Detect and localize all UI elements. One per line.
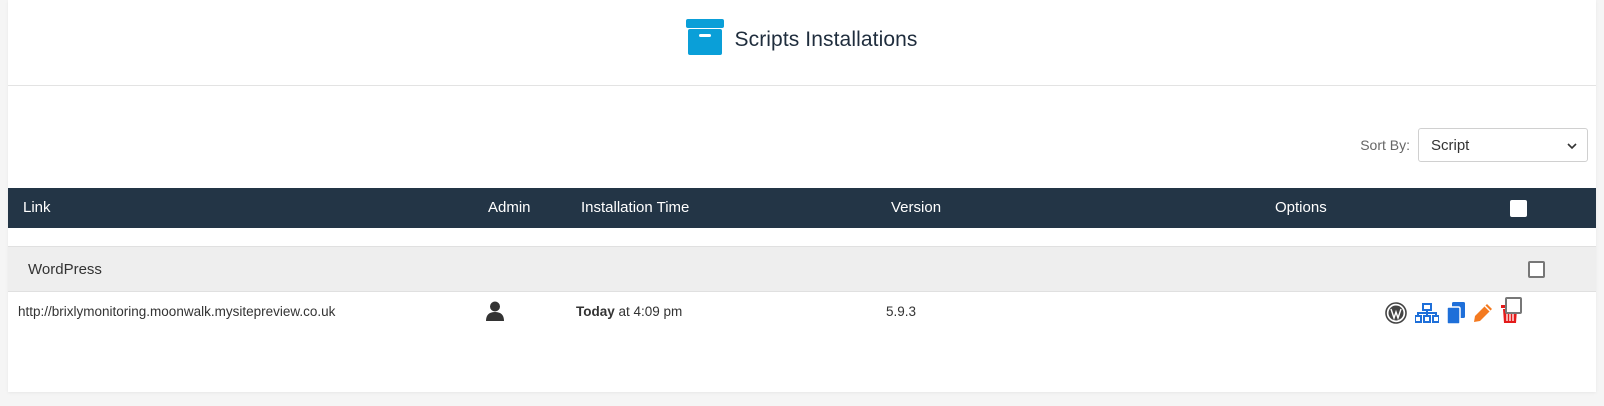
clone-icon[interactable] [1447, 302, 1465, 324]
installation-time-rest: at 4:09 pm [614, 304, 683, 319]
group-label: WordPress [28, 261, 102, 278]
column-header-link: Link [23, 199, 51, 216]
title-row: Scripts Installations [8, 0, 1596, 86]
installation-time: Today at 4:09 pm [576, 292, 682, 332]
column-header-installation-time: Installation Time [581, 199, 690, 216]
sort-label: Sort By: [1360, 137, 1410, 153]
table-row: http://brixlymonitoring.moonwalk.mysitep… [8, 292, 1596, 332]
column-header-version: Version [891, 199, 942, 216]
edit-icon[interactable] [1473, 303, 1493, 323]
row-select-checkbox[interactable] [1505, 297, 1522, 314]
sort-control: Sort By: Script [1360, 128, 1588, 162]
installations-card: Scripts Installations Sort By: Script Li… [8, 0, 1596, 392]
installation-version: 5.9.3 [886, 304, 917, 319]
row-options [1385, 302, 1519, 324]
group-select-checkbox[interactable] [1528, 261, 1545, 278]
chevron-down-icon [1567, 137, 1577, 154]
column-header-options: Options [1275, 199, 1327, 216]
admin-user-icon[interactable] [486, 301, 504, 321]
installation-time-day: Today [576, 304, 615, 319]
archive-box-icon [686, 19, 725, 60]
column-header-admin: Admin [488, 199, 531, 216]
table-header: Link Admin Installation Time Version Opt… [8, 188, 1596, 228]
sort-select[interactable]: Script [1418, 128, 1588, 162]
installation-link[interactable]: http://brixlymonitoring.moonwalk.mysitep… [18, 292, 335, 332]
group-row-wordpress: WordPress [8, 246, 1596, 292]
sitemap-icon[interactable] [1415, 303, 1439, 323]
sort-selected-value: Script [1431, 136, 1470, 154]
select-all-checkbox[interactable] [1510, 200, 1527, 217]
page-title: Scripts Installations [734, 27, 918, 51]
wordpress-admin-icon[interactable] [1385, 302, 1407, 324]
